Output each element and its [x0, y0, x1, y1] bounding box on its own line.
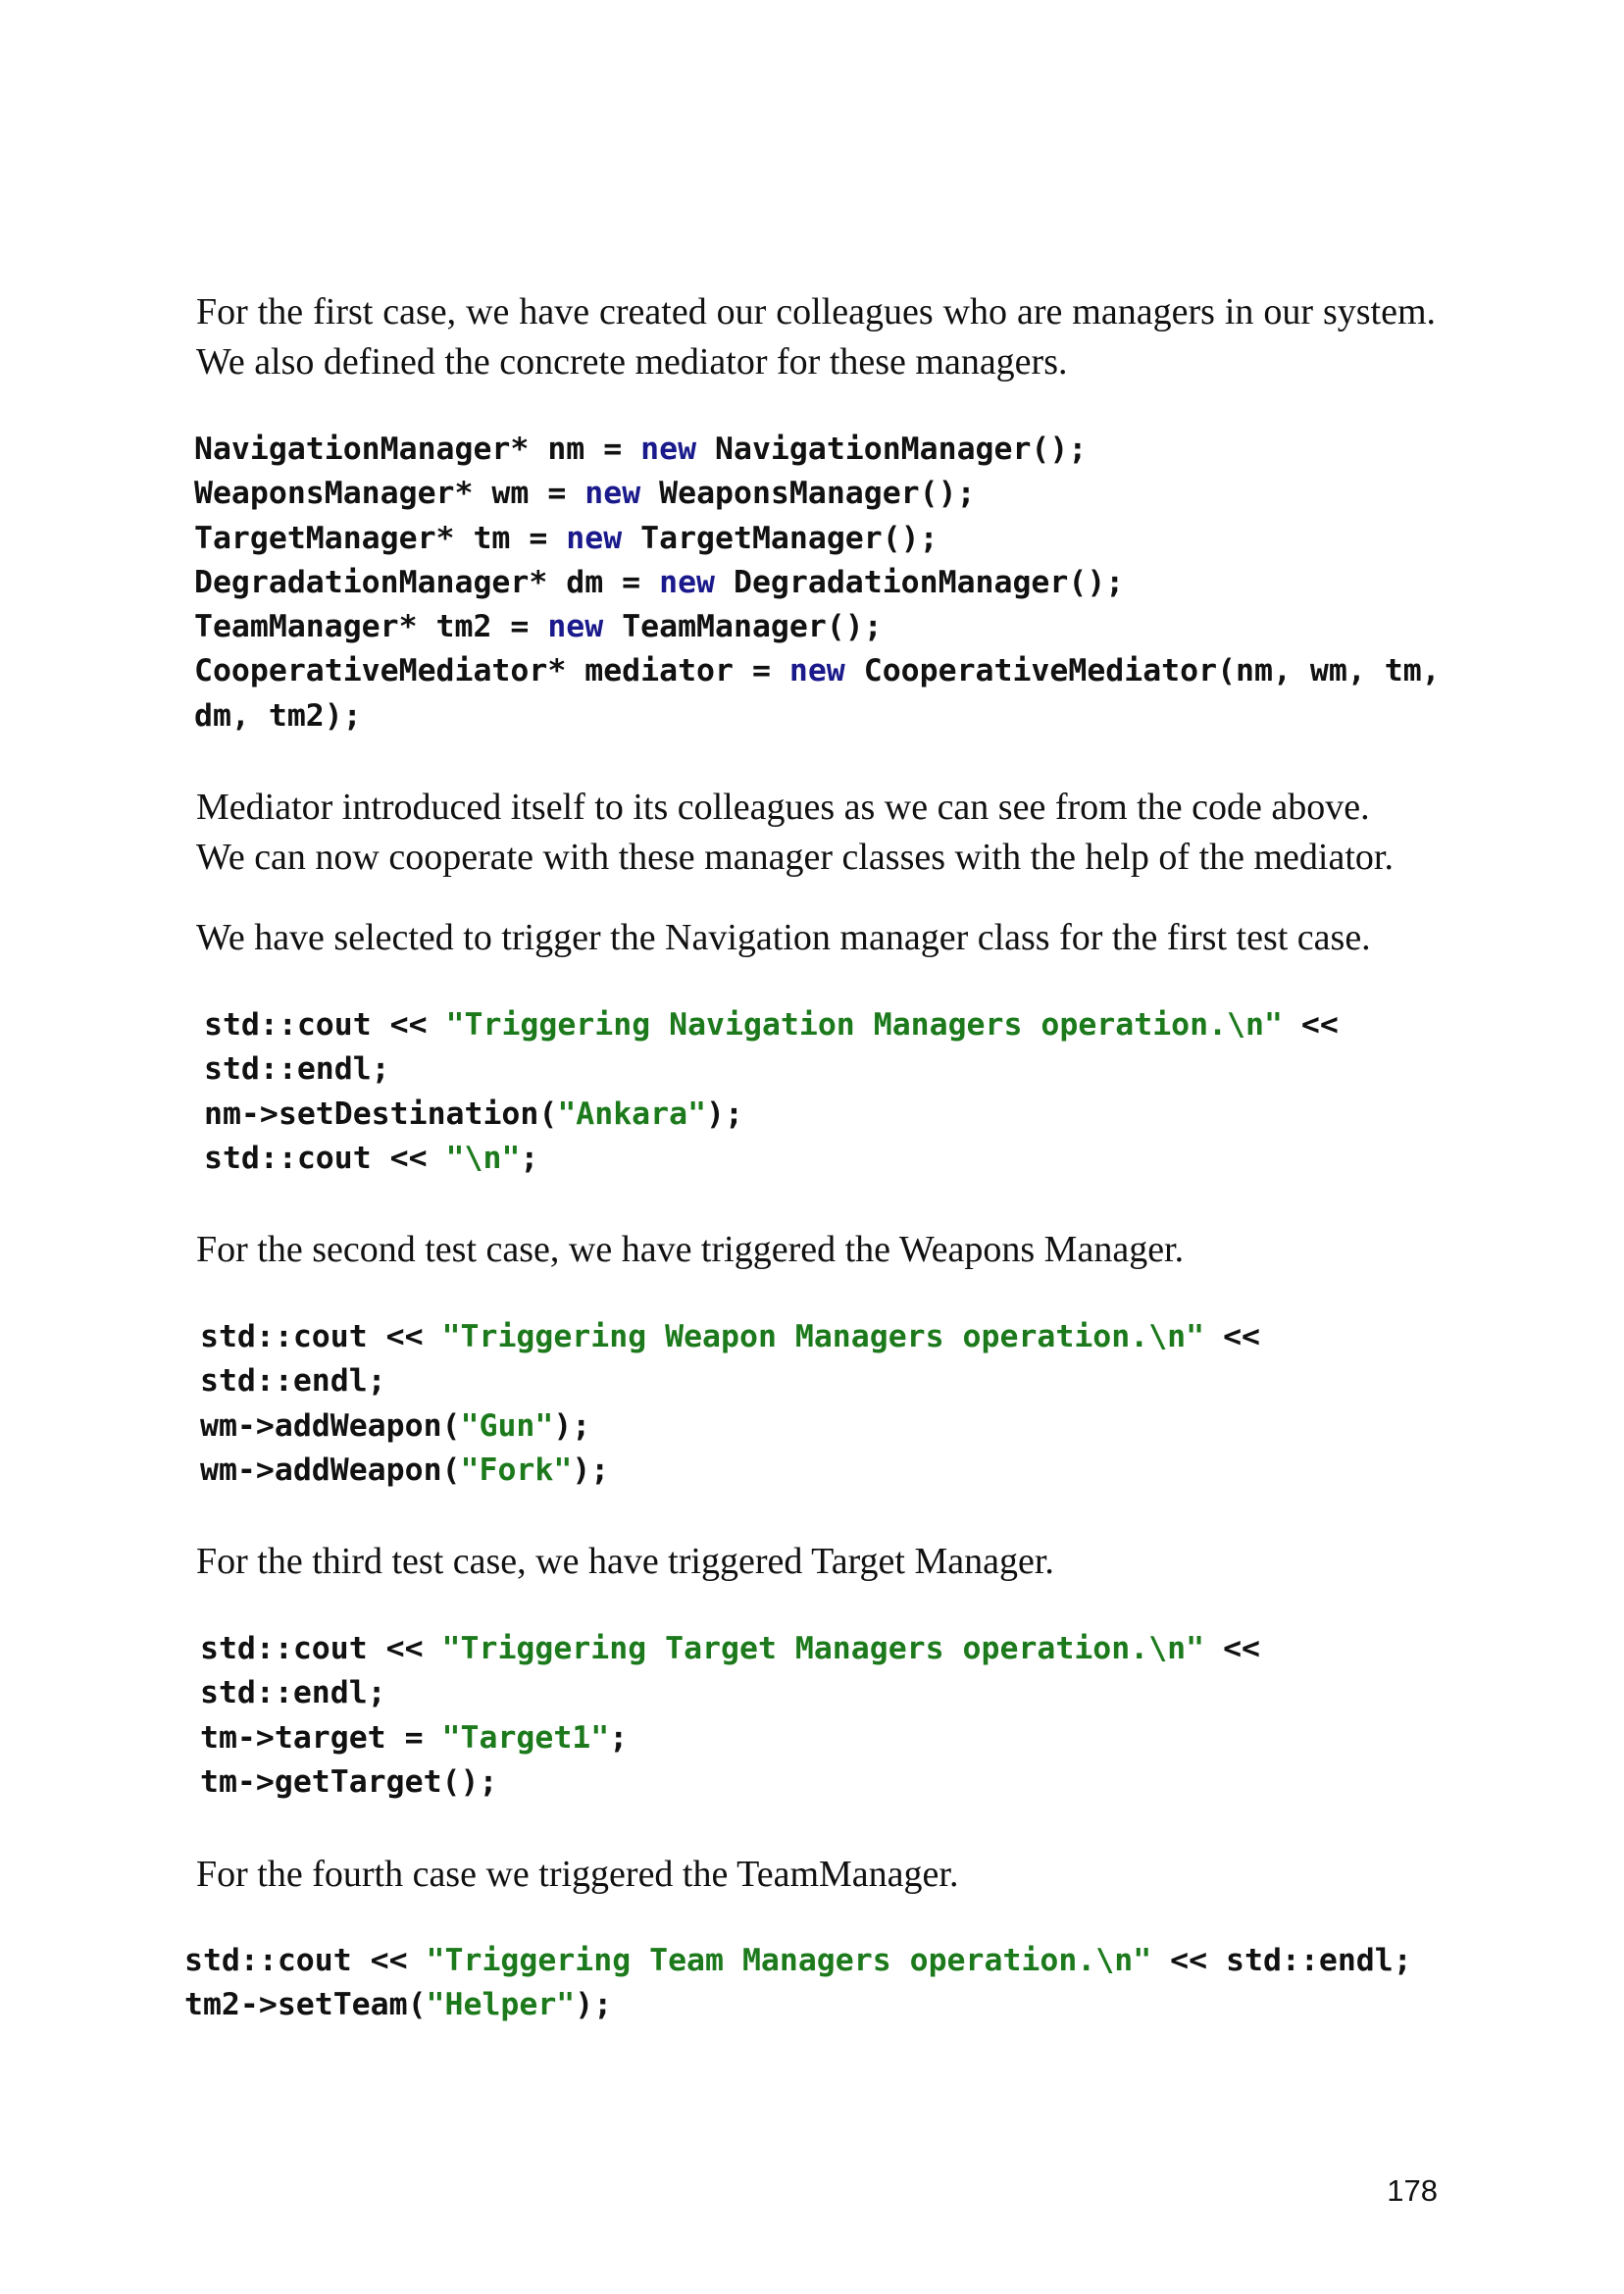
code-line: std::endl; [204, 1051, 390, 1088]
code-line: std::cout << "Triggering Team Managers o… [184, 1943, 1412, 1978]
string-literal: "Triggering Navigation Managers operatio… [445, 1007, 1283, 1043]
code-line: std::endl; [200, 1363, 386, 1400]
string-literal: "Fork" [460, 1452, 573, 1488]
paragraph-first-test: We have selected to trigger the Navigati… [196, 917, 1371, 958]
paragraph-mediator: Mediator introduced itself to its collea… [196, 783, 1436, 883]
code-block-target: std::cout << "Triggering Target Managers… [200, 1627, 1260, 1805]
code-line: CooperativeMediator* mediator = new Coop… [194, 653, 1441, 689]
string-literal: "Triggering Team Managers operation.\n" [426, 1943, 1152, 1978]
string-literal: "Triggering Weapon Managers operation.\n… [441, 1319, 1205, 1354]
code-block-managers: NavigationManager* nm = new NavigationMa… [194, 428, 1441, 739]
string-literal: "Target1" [441, 1719, 610, 1756]
code-block-navigation: std::cout << "Triggering Navigation Mana… [204, 1003, 1339, 1181]
code-line: std::endl; [200, 1675, 386, 1711]
code-line: wm->addWeapon("Gun"); [200, 1407, 591, 1444]
code-line: std::cout << "Triggering Target Managers… [200, 1631, 1261, 1666]
code-line: wm->addWeapon("Fork"); [200, 1452, 610, 1488]
paragraph-line: We can now cooperate with these manager … [196, 837, 1394, 878]
string-literal: "Helper" [426, 1987, 576, 2023]
code-block-weapons: std::cout << "Triggering Weapon Managers… [200, 1315, 1260, 1493]
code-line: tm2->setTeam("Helper"); [184, 1987, 613, 2023]
code-line: std::cout << "\n"; [204, 1140, 539, 1176]
paragraph-third-test: For the third test case, we have trigger… [196, 1541, 1054, 1582]
code-line: TargetManager* tm = new TargetManager(); [194, 520, 939, 556]
paragraph-second-test: For the second test case, we have trigge… [196, 1229, 1185, 1270]
keyword: new [640, 432, 697, 467]
string-literal: "Triggering Target Managers operation.\n… [441, 1631, 1205, 1666]
keyword: new [584, 476, 641, 512]
paragraph-fourth-test: For the fourth case we triggered the Tea… [196, 1854, 959, 1895]
keyword: new [547, 609, 604, 645]
paragraph-intro: For the first case, we have created our … [196, 291, 1436, 382]
code-line: std::cout << "Triggering Weapon Managers… [200, 1319, 1261, 1354]
code-block-team: std::cout << "Triggering Team Managers o… [184, 1939, 1412, 2028]
code-line: WeaponsManager* wm = new WeaponsManager(… [194, 476, 976, 512]
code-line: NavigationManager* nm = new NavigationMa… [194, 432, 1088, 467]
keyword: new [566, 520, 623, 556]
paragraph-line: Mediator introduced itself to its collea… [196, 787, 1370, 828]
keyword: new [788, 653, 845, 689]
code-line: TeamManager* tm2 = new TeamManager(); [194, 609, 883, 645]
code-line: std::cout << "Triggering Navigation Mana… [204, 1007, 1339, 1043]
page-number: 178 [1387, 2173, 1438, 2208]
code-line: tm->target = "Target1"; [200, 1719, 629, 1756]
string-literal: "\n" [445, 1140, 521, 1176]
keyword: new [659, 564, 716, 600]
string-literal: "Ankara" [557, 1096, 707, 1132]
code-line: tm->getTarget(); [200, 1763, 498, 1800]
string-literal: "Gun" [460, 1407, 554, 1444]
code-line: nm->setDestination("Ankara"); [204, 1096, 743, 1132]
code-line: dm, tm2); [194, 697, 362, 734]
code-line: DegradationManager* dm = new Degradation… [194, 564, 1125, 600]
